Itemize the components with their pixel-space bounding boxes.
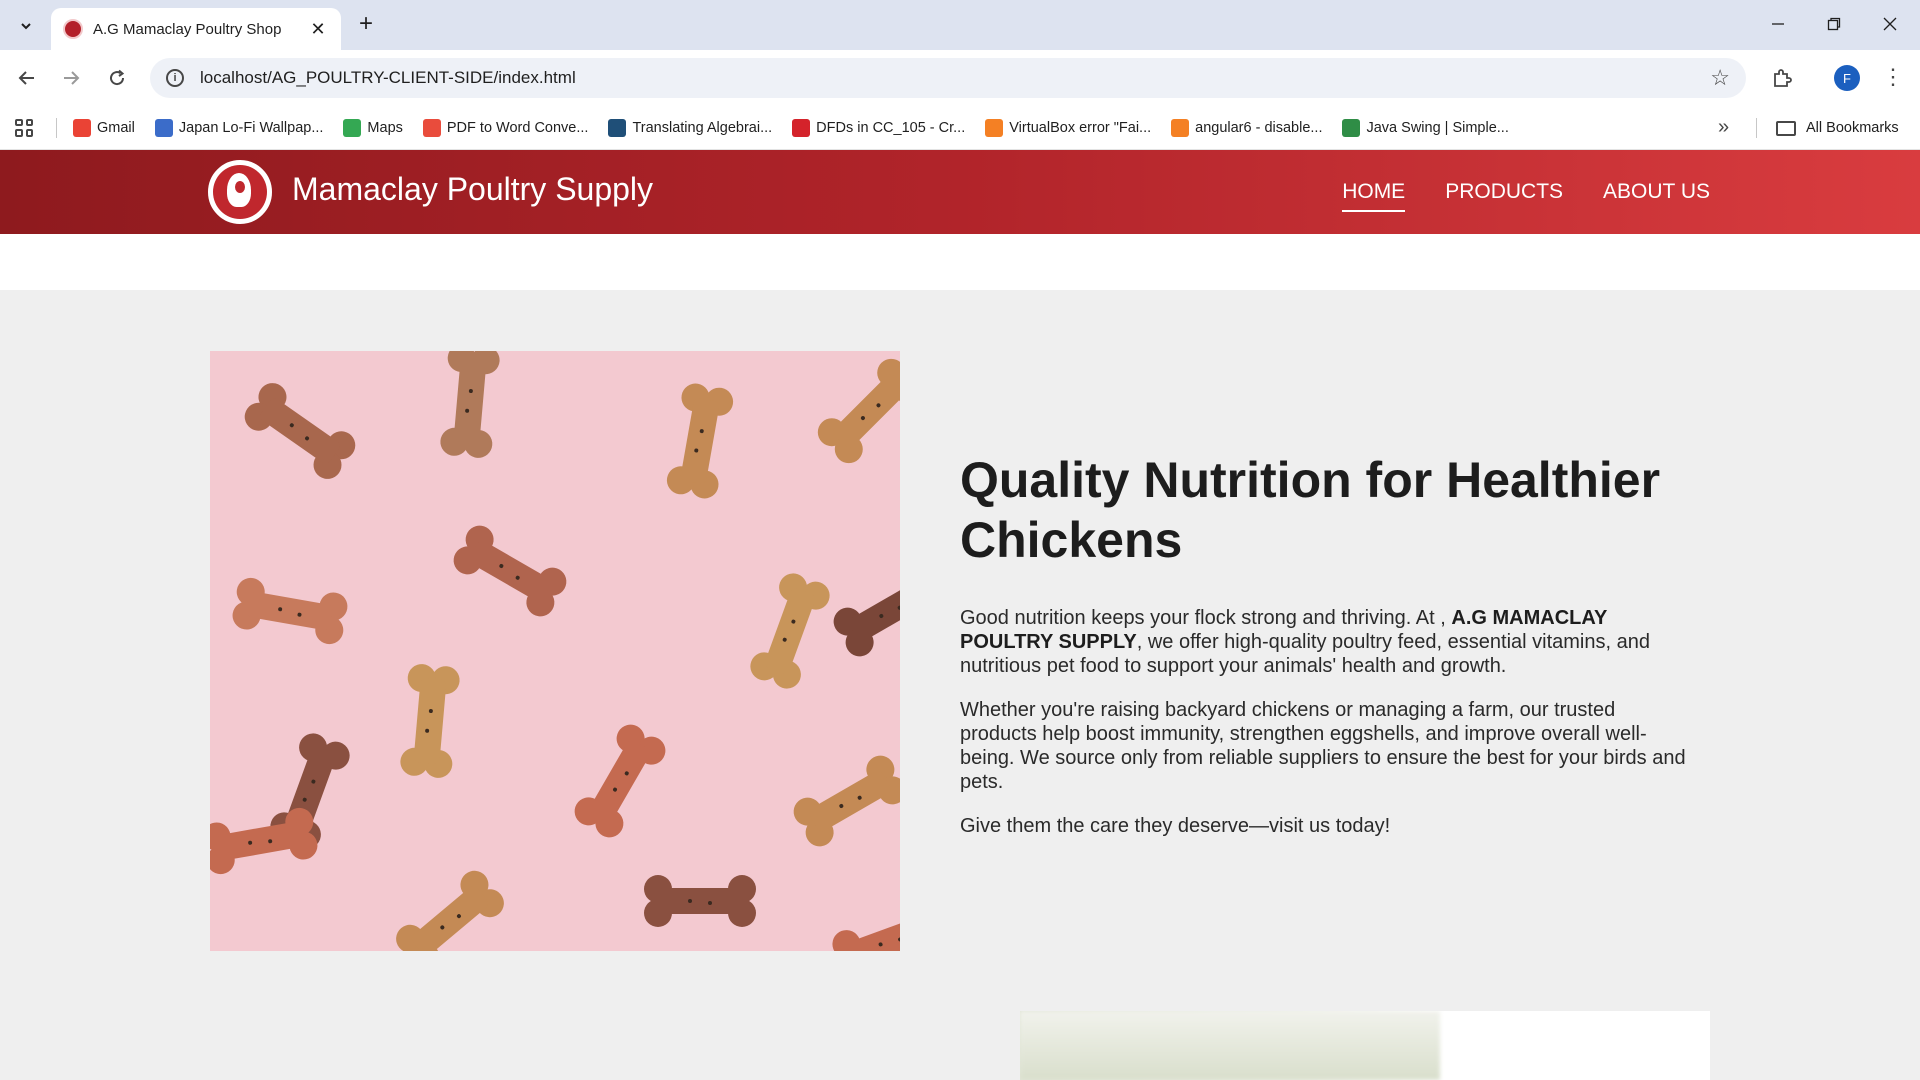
- new-tab-plus-icon[interactable]: +: [352, 10, 380, 38]
- bone-biscuit: [833, 580, 900, 657]
- hero-title: Quality Nutrition for Healthier Chickens: [960, 452, 1661, 568]
- bookmark-item[interactable]: PDF to Word Conve...: [422, 118, 589, 137]
- bone-biscuit: [232, 577, 348, 645]
- bookmark-label: Java Swing | Simple...: [1366, 119, 1509, 136]
- web-page: Mamaclay Poultry Supply HOME PRODUCTS ABOU…: [0, 150, 1920, 1080]
- bookmark-label: angular6 - disable...: [1195, 119, 1323, 136]
- apps-grid-icon[interactable]: [12, 116, 36, 140]
- site-info-icon[interactable]: i: [166, 69, 184, 87]
- tab-title: A.G Mamaclay Poultry Shop: [93, 20, 282, 38]
- bone-biscuit: [750, 573, 830, 689]
- bookmark-item[interactable]: DFDs in CC_105 - Cr...: [792, 118, 966, 137]
- bone-biscuit: [440, 351, 500, 458]
- hero-paragraph-3: Give them the care they deserve—visit us…: [960, 815, 1391, 837]
- all-bookmarks-button[interactable]: All Bookmarks: [1776, 106, 1899, 150]
- bookmark-item[interactable]: VirtualBox error "Fai...: [985, 118, 1152, 137]
- bone-biscuit: [644, 875, 756, 927]
- bookmark-label: Gmail: [97, 119, 135, 136]
- more-bookmarks-chevron-icon[interactable]: »: [1718, 116, 1729, 139]
- rooster-logo-icon[interactable]: [208, 160, 272, 224]
- minimize-icon[interactable]: [1758, 10, 1798, 38]
- stack-icon: [1171, 118, 1190, 137]
- hero-image-dog-biscuits: [210, 351, 900, 951]
- bookmark-label: Maps: [367, 119, 403, 136]
- folder-icon: [1776, 120, 1796, 136]
- nav-links: HOME PRODUCTS ABOUT US: [1342, 180, 1710, 212]
- back-arrow-icon[interactable]: [12, 63, 42, 93]
- hero-paragraph-2: Whether you're raising backyard chickens…: [960, 699, 1686, 793]
- nav-link-about-us[interactable]: ABOUT US: [1603, 180, 1710, 212]
- bone-biscuit: [666, 383, 734, 499]
- bookmark-label: PDF to Word Conve...: [446, 119, 589, 136]
- bookmark-label: DFDs in CC_105 - Cr...: [816, 119, 966, 136]
- bookmark-star-icon[interactable]: ☆: [1710, 65, 1730, 91]
- w-icon: [154, 118, 173, 137]
- close-icon[interactable]: ✕: [307, 19, 329, 40]
- window-close-icon[interactable]: [1870, 10, 1910, 38]
- profile-avatar[interactable]: F: [1834, 65, 1860, 91]
- extensions-puzzle-icon[interactable]: [1768, 64, 1796, 92]
- bone-biscuit: [400, 664, 460, 778]
- active-tab[interactable]: A.G Mamaclay Poultry Shop ✕: [51, 8, 341, 50]
- bone-biscuit: [817, 358, 900, 464]
- link-icon: [792, 118, 811, 137]
- bookmarks-divider: [1756, 118, 1757, 138]
- bookmark-list: Gmail Japan Lo-Fi Wallpap... Maps PDF to Wo…: [73, 118, 1529, 137]
- nav-link-products[interactable]: PRODUCTS: [1445, 180, 1563, 212]
- nav-link-home[interactable]: HOME: [1342, 180, 1406, 212]
- site-navbar: Mamaclay Poultry Supply HOME PRODUCTS ABOU…: [0, 150, 1920, 234]
- bookmark-item[interactable]: Japan Lo-Fi Wallpap...: [154, 118, 324, 137]
- hero-text: Quality Nutrition for Healthier Chickens…: [960, 450, 1690, 858]
- kebab-menu-icon[interactable]: ⋮: [1882, 64, 1904, 90]
- rooster-favicon-icon: [63, 19, 83, 39]
- bookmark-item[interactable]: Java Swing | Simple...: [1342, 118, 1509, 137]
- bookmark-label: Japan Lo-Fi Wallpap...: [178, 119, 324, 136]
- address-bar[interactable]: i localhost/AG_POULTRY-CLIENT-SIDE/index…: [150, 58, 1746, 98]
- bookmarks-bar: Gmail Japan Lo-Fi Wallpap... Maps PDF to Wo…: [0, 106, 1920, 150]
- browser-toolbar: i localhost/AG_POULTRY-CLIENT-SIDE/index…: [0, 50, 1920, 106]
- bone-biscuit: [793, 755, 900, 847]
- cube-icon: [608, 118, 627, 137]
- forward-arrow-icon[interactable]: [56, 63, 86, 93]
- bookmark-label: VirtualBox error "Fai...: [1009, 119, 1152, 136]
- site-brand[interactable]: Mamaclay Poultry Supply: [292, 171, 653, 208]
- stack-icon: [985, 118, 1004, 137]
- bone-biscuit: [210, 807, 318, 875]
- hero-paragraph-1: Good nutrition keeps your flock strong a…: [960, 607, 1650, 677]
- bookmark-item[interactable]: Maps: [343, 118, 403, 137]
- reload-icon[interactable]: [102, 63, 132, 93]
- bone-biscuit: [396, 870, 504, 951]
- bookmark-item[interactable]: Gmail: [73, 118, 135, 137]
- bookmark-item[interactable]: Translating Algebrai...: [608, 118, 773, 137]
- tab-search-chevron-icon[interactable]: [12, 12, 40, 40]
- bone-biscuit: [453, 525, 567, 617]
- bookmark-item[interactable]: angular6 - disable...: [1171, 118, 1323, 137]
- gfg-icon: [1342, 118, 1361, 137]
- all-bookmarks-label: All Bookmarks: [1806, 120, 1899, 136]
- bookmark-label: Translating Algebrai...: [632, 119, 773, 136]
- pdf-icon: [422, 118, 441, 137]
- bookmarks-divider: [56, 117, 57, 138]
- restore-icon[interactable]: [1814, 10, 1854, 38]
- maps-icon: [343, 118, 362, 137]
- url-text[interactable]: localhost/AG_POULTRY-CLIENT-SIDE/index.h…: [200, 68, 1710, 88]
- tab-bar: A.G Mamaclay Poultry Shop ✕ +: [0, 0, 1920, 50]
- header-spacer: [0, 234, 1920, 290]
- bone-biscuit: [244, 383, 356, 479]
- secondary-image: [1020, 1011, 1710, 1080]
- gmail-icon: [73, 118, 91, 137]
- bone-biscuit: [832, 916, 900, 951]
- bone-biscuit: [574, 724, 666, 838]
